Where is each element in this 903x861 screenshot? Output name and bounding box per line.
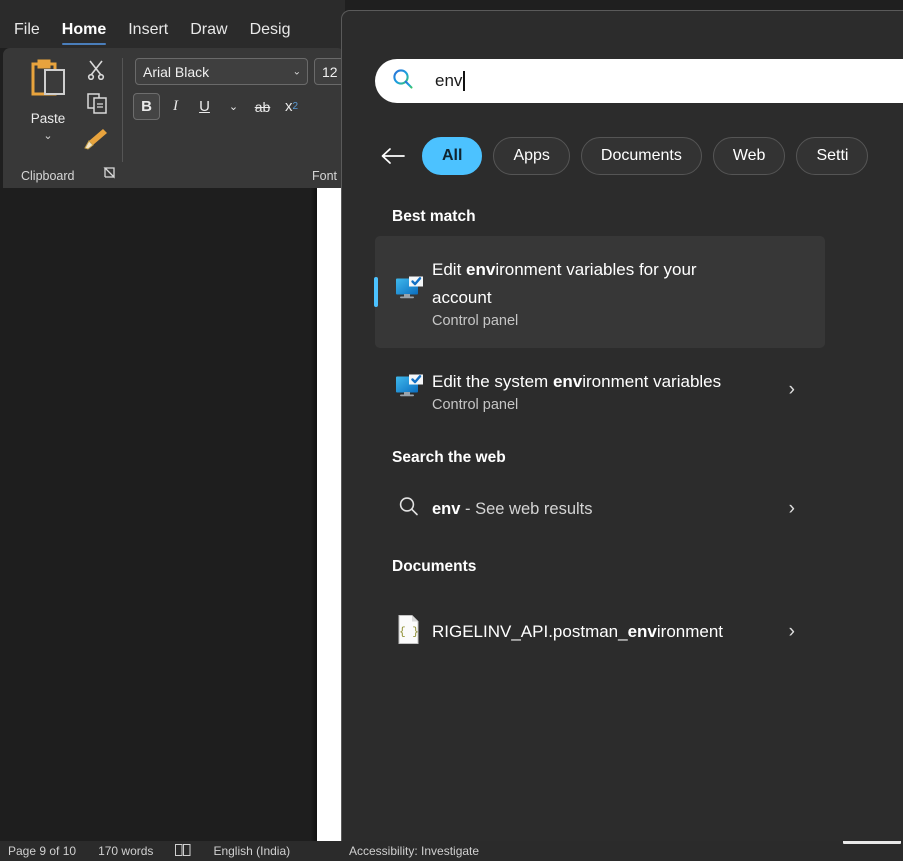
chevron-right-icon[interactable]: › <box>789 621 795 643</box>
svg-text:{ }: { } <box>399 627 419 639</box>
paste-icon <box>25 56 71 107</box>
search-results-list: Best match <box>342 191 903 841</box>
result-subtitle: Control panel <box>432 313 742 329</box>
ribbon-group-clipboard: Paste ⌄ <box>3 48 121 188</box>
result-title: Edit environment variables for your acco… <box>432 256 742 312</box>
result-item-system-env-vars[interactable]: Edit the system environment variables Co… <box>375 348 845 432</box>
document-canvas <box>0 188 345 841</box>
font-size-value: 12 <box>322 64 338 80</box>
monitor-settings-icon <box>395 275 425 310</box>
section-heading-search-the-web: Search the web <box>392 449 903 467</box>
result-title: RIGELINV_API.postman_environment <box>432 618 723 646</box>
format-painter-icon[interactable] <box>83 126 109 157</box>
web-result-title: env - See web results <box>432 500 593 519</box>
filter-pill-all[interactable]: All <box>422 137 482 175</box>
title-highlight: env <box>628 622 657 641</box>
font-name-input[interactable]: Arial Black ⌄ <box>135 58 308 85</box>
font-group-label: Font <box>312 169 337 183</box>
selection-indicator <box>374 277 378 307</box>
paste-label: Paste <box>31 111 66 126</box>
status-page-count[interactable]: Page 9 of 10 <box>8 844 76 858</box>
status-accessibility[interactable]: Accessibility: Investigate <box>349 844 479 858</box>
title-suffix: ironment variables <box>582 372 721 391</box>
ribbon-group-divider <box>122 58 123 162</box>
filter-pill-documents[interactable]: Documents <box>581 137 702 175</box>
subscript-digit: 2 <box>292 101 298 112</box>
clipboard-group-label: Clipboard <box>21 169 75 183</box>
ribbon-tab-design[interactable]: Desig <box>250 21 291 42</box>
italic-button[interactable]: I <box>162 93 189 120</box>
text-caret <box>463 71 465 91</box>
chevron-right-icon[interactable]: › <box>789 498 795 520</box>
horizontal-scroll-thumb[interactable] <box>843 841 901 844</box>
filter-pill-settings[interactable]: Setti <box>796 137 868 175</box>
result-text-block: Edit the system environment variables Co… <box>432 368 721 413</box>
search-magnifier-icon <box>397 495 421 524</box>
windows-search-flyout: env All Apps Documents Web Setti Best ma… <box>341 10 903 841</box>
copy-icon[interactable] <box>86 91 110 120</box>
result-item-best-match[interactable]: Edit environment variables for your acco… <box>375 236 825 348</box>
status-bar-right: Accessibility: Investigate <box>345 841 903 861</box>
search-query-text: env <box>435 71 462 91</box>
web-result-suffix: - See web results <box>460 500 592 518</box>
result-item-document[interactable]: { } RIGELINV_API.postman_environment › <box>375 586 845 678</box>
title-prefix: Edit the system <box>432 372 553 391</box>
chevron-right-icon[interactable]: › <box>789 379 795 401</box>
search-filter-bar: All Apps Documents Web Setti <box>375 131 903 181</box>
word-title-bar <box>0 0 345 14</box>
title-prefix: RIGELINV_API.postman_ <box>432 622 628 641</box>
ribbon-tab-file[interactable]: File <box>14 21 40 42</box>
page-shadow <box>310 188 317 841</box>
result-text-block: Edit environment variables for your acco… <box>432 256 742 329</box>
web-query-text: env <box>432 500 460 518</box>
ribbon: Paste ⌄ <box>3 48 345 188</box>
underline-chevron-icon[interactable]: ⌄ <box>220 93 247 120</box>
book-view-icon[interactable] <box>175 844 191 859</box>
back-arrow-icon[interactable] <box>375 138 411 174</box>
underline-button[interactable]: U <box>191 93 218 120</box>
result-subtitle: Control panel <box>432 397 721 413</box>
result-item-web-search[interactable]: env - See web results › <box>375 477 845 541</box>
filter-pill-apps[interactable]: Apps <box>493 137 569 175</box>
font-name-value: Arial Black <box>143 64 209 80</box>
clipboard-dialog-launcher-icon[interactable] <box>103 166 116 184</box>
section-heading-documents: Documents <box>392 558 903 576</box>
title-suffix: ironment <box>657 622 723 641</box>
ribbon-tab-bar: File Home Insert Draw Desig <box>0 14 345 48</box>
search-input[interactable]: env <box>375 59 903 103</box>
subscript-button[interactable]: x2 <box>278 93 305 120</box>
result-text-block: RIGELINV_API.postman_environment <box>432 618 723 646</box>
status-bar: Page 9 of 10 170 words English (India) <box>0 841 345 861</box>
chevron-down-icon[interactable]: ⌄ <box>293 66 301 77</box>
title-highlight: env <box>466 260 495 279</box>
title-highlight: env <box>553 372 582 391</box>
filter-pill-web[interactable]: Web <box>713 137 786 175</box>
chevron-down-icon[interactable]: ⌄ <box>43 131 52 142</box>
ribbon-tab-home[interactable]: Home <box>62 21 106 42</box>
screen-root: File Home Insert Draw Desig Paste <box>0 0 903 861</box>
status-language[interactable]: English (India) <box>213 844 290 858</box>
bold-button[interactable]: B <box>133 93 160 120</box>
title-prefix: Edit <box>432 260 466 279</box>
subscript-letter: x <box>285 98 293 115</box>
font-format-buttons: B I U ⌄ ab x2 <box>133 93 305 120</box>
status-word-count[interactable]: 170 words <box>98 844 153 858</box>
json-file-icon: { } <box>396 615 422 650</box>
monitor-settings-icon <box>395 373 425 408</box>
ribbon-tab-insert[interactable]: Insert <box>128 21 168 42</box>
scissors-icon[interactable] <box>85 58 107 85</box>
result-title: Edit the system environment variables <box>432 368 721 396</box>
paste-button[interactable]: Paste ⌄ <box>17 56 79 158</box>
ribbon-tab-draw[interactable]: Draw <box>190 21 227 42</box>
search-box-container: env <box>375 59 903 103</box>
search-icon <box>391 67 415 96</box>
ribbon-group-font: Arial Black ⌄ 12 B I U ⌄ ab x2 Font <box>125 48 345 188</box>
strikethrough-button[interactable]: ab <box>249 93 276 120</box>
section-heading-best-match: Best match <box>392 208 903 226</box>
